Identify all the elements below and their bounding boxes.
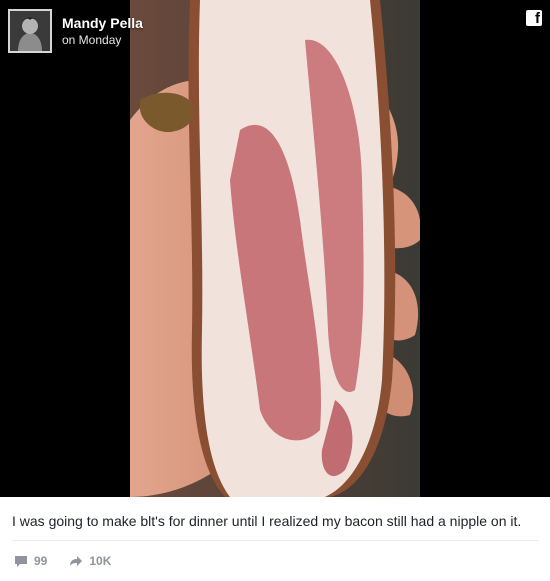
comment-icon bbox=[15, 555, 27, 567]
facebook-icon[interactable]: f bbox=[526, 10, 542, 26]
author-meta: Mandy Pella on Monday bbox=[62, 14, 143, 48]
post-header: Mandy Pella on Monday bbox=[8, 8, 143, 54]
post-stats: 99 10K bbox=[14, 552, 133, 570]
share-arrow-icon bbox=[70, 556, 83, 566]
author-name[interactable]: Mandy Pella bbox=[62, 14, 143, 32]
shares-value: 10K bbox=[89, 554, 112, 568]
embedded-post: Mandy Pella on Monday f I was going to m… bbox=[0, 0, 550, 581]
post-timestamp[interactable]: on Monday bbox=[62, 32, 143, 48]
comments-value: 99 bbox=[34, 554, 48, 568]
divider bbox=[12, 540, 538, 541]
post-photo[interactable] bbox=[130, 0, 420, 497]
author-avatar[interactable] bbox=[8, 9, 52, 53]
post-caption: I was going to make blt's for dinner unt… bbox=[12, 513, 522, 529]
post-media[interactable]: Mandy Pella on Monday f bbox=[0, 0, 550, 497]
comments-count[interactable]: 99 bbox=[14, 554, 47, 568]
shares-count[interactable]: 10K bbox=[69, 554, 111, 568]
